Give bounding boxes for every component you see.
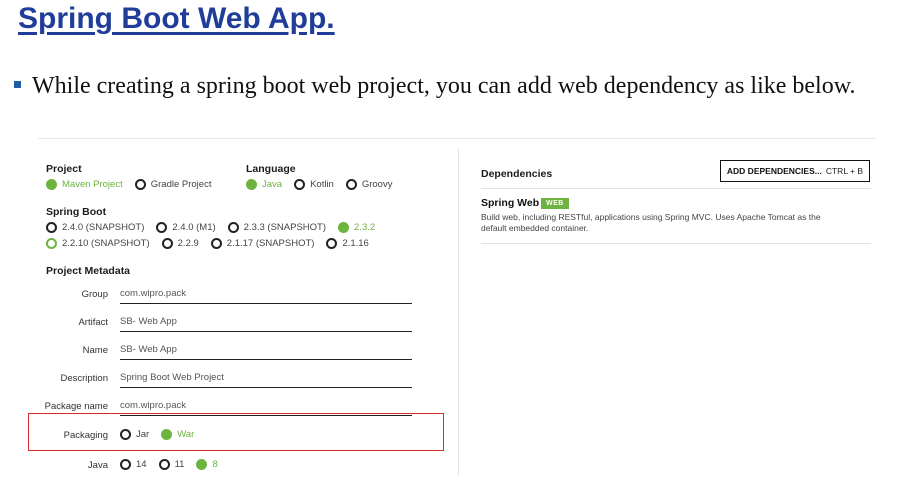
radio-selected-icon xyxy=(161,429,173,440)
artifact-label: Artifact xyxy=(78,317,108,328)
radio-gradle-project[interactable]: Gradle Project xyxy=(134,179,211,190)
radio-empty-icon xyxy=(46,222,57,233)
project-metadata-label: Project Metadata xyxy=(46,265,131,277)
radio-empty-icon xyxy=(158,459,170,470)
radio-selected-icon xyxy=(338,222,350,233)
radio-boot-2-3-2[interactable]: 2.3.2 xyxy=(338,222,375,233)
radio-empty-icon xyxy=(156,222,168,233)
radio-boot-2-4-0-m1[interactable]: 2.4.0 (M1) xyxy=(156,222,216,233)
name-input[interactable]: SB- Web App xyxy=(120,341,412,360)
bullet-text: While creating a spring boot web project… xyxy=(32,73,856,99)
add-dependencies-label: ADD DEPENDENCIES... xyxy=(726,166,822,176)
radio-empty-icon xyxy=(227,222,239,233)
java-options: 14 11 8 xyxy=(120,459,230,470)
group-input[interactable]: com.wipro.pack xyxy=(120,285,412,304)
radio-empty-icon xyxy=(120,429,131,440)
radio-boot-2-1-16[interactable]: 2.1.16 xyxy=(326,238,369,249)
name-field: Name SB- Web App xyxy=(38,339,418,363)
language-label: Language xyxy=(246,163,296,175)
radio-java-8[interactable]: 8 xyxy=(196,459,218,470)
slide-title: Spring Boot Web App. xyxy=(18,2,335,35)
description-field: Description Spring Boot Web Project xyxy=(38,367,418,391)
name-label: Name xyxy=(82,345,108,356)
radio-war[interactable]: War xyxy=(161,429,194,440)
packaging-options: Jar War xyxy=(120,429,206,440)
java-label: Java xyxy=(87,460,108,471)
dependencies-label: Dependencies xyxy=(481,168,553,180)
radio-maven-project[interactable]: Maven Project xyxy=(46,179,123,190)
radio-boot-2-1-17-snapshot[interactable]: 2.1.17 (SNAPSHOT) xyxy=(210,238,314,249)
radio-empty-icon xyxy=(294,179,306,190)
dependencies-panel: Dependencies ADD DEPENDENCIES... CTRL + … xyxy=(459,139,876,475)
radio-boot-2-2-9[interactable]: 2.2.9 xyxy=(161,238,199,249)
project-label: Project xyxy=(46,163,82,175)
radio-selected-icon xyxy=(196,459,208,470)
java-field: Java 14 11 8 xyxy=(38,454,418,478)
radio-java-11[interactable]: 11 xyxy=(158,459,184,470)
dependency-description: Build web, including RESTful, applicatio… xyxy=(481,212,821,233)
radio-empty-icon xyxy=(161,238,173,249)
radio-empty-icon xyxy=(120,459,131,470)
project-options: Maven Project Gradle Project xyxy=(46,179,223,190)
packaging-label: Packaging xyxy=(63,430,108,441)
group-field: Group com.wipro.pack xyxy=(38,283,418,307)
radio-boot-2-3-3-snapshot[interactable]: 2.3.3 (SNAPSHOT) xyxy=(227,222,326,233)
radio-groovy[interactable]: Groovy xyxy=(345,179,392,190)
radio-selected-icon xyxy=(46,179,57,190)
radio-empty-icon xyxy=(134,179,146,190)
spring-boot-options-row2: 2.2.10 (SNAPSHOT) 2.2.9 2.1.17 (SNAPSHOT… xyxy=(46,238,381,249)
radio-java[interactable]: Java xyxy=(246,179,282,190)
dependency-name: Spring Web xyxy=(481,197,540,209)
square-bullet-icon xyxy=(14,81,21,88)
project-settings-panel: Project Maven Project Gradle Project Lan… xyxy=(28,139,457,478)
radio-empty-icon xyxy=(326,238,338,249)
spring-boot-options-row1: 2.4.0 (SNAPSHOT) 2.4.0 (M1) 2.3.3 (SNAPS… xyxy=(46,222,387,233)
radio-java-14[interactable]: 14 xyxy=(120,459,147,470)
radio-jar[interactable]: Jar xyxy=(120,429,149,440)
radio-empty-icon xyxy=(210,238,222,249)
artifact-field: Artifact SB- Web App xyxy=(38,311,418,335)
radio-boot-2-2-10-snapshot[interactable]: 2.2.10 (SNAPSHOT) xyxy=(46,238,150,249)
keyboard-shortcut: CTRL + B xyxy=(825,166,864,176)
spring-initializr-screenshot: Project Maven Project Gradle Project Lan… xyxy=(28,138,876,478)
packaging-field: Packaging Jar War xyxy=(38,424,418,448)
radio-kotlin[interactable]: Kotlin xyxy=(294,179,334,190)
package-name-label: Package name xyxy=(44,401,108,412)
radio-boot-2-4-0-snapshot[interactable]: 2.4.0 (SNAPSHOT) xyxy=(46,222,144,233)
language-options: Java Kotlin Groovy xyxy=(246,179,404,190)
group-label: Group xyxy=(81,289,108,300)
dependencies-divider xyxy=(481,188,871,189)
radio-empty-icon xyxy=(345,179,357,190)
add-dependencies-button[interactable]: ADD DEPENDENCIES... CTRL + B xyxy=(720,160,870,182)
radio-empty-icon xyxy=(46,238,57,249)
bullet-point: While creating a spring boot web project… xyxy=(14,70,894,103)
artifact-input[interactable]: SB- Web App xyxy=(120,313,412,332)
description-label: Description xyxy=(60,373,108,384)
dependency-item-divider xyxy=(481,243,871,244)
description-input[interactable]: Spring Boot Web Project xyxy=(120,369,412,388)
spring-boot-label: Spring Boot xyxy=(46,206,107,218)
radio-selected-icon xyxy=(246,179,257,190)
dependency-badge: WEB xyxy=(541,198,569,209)
